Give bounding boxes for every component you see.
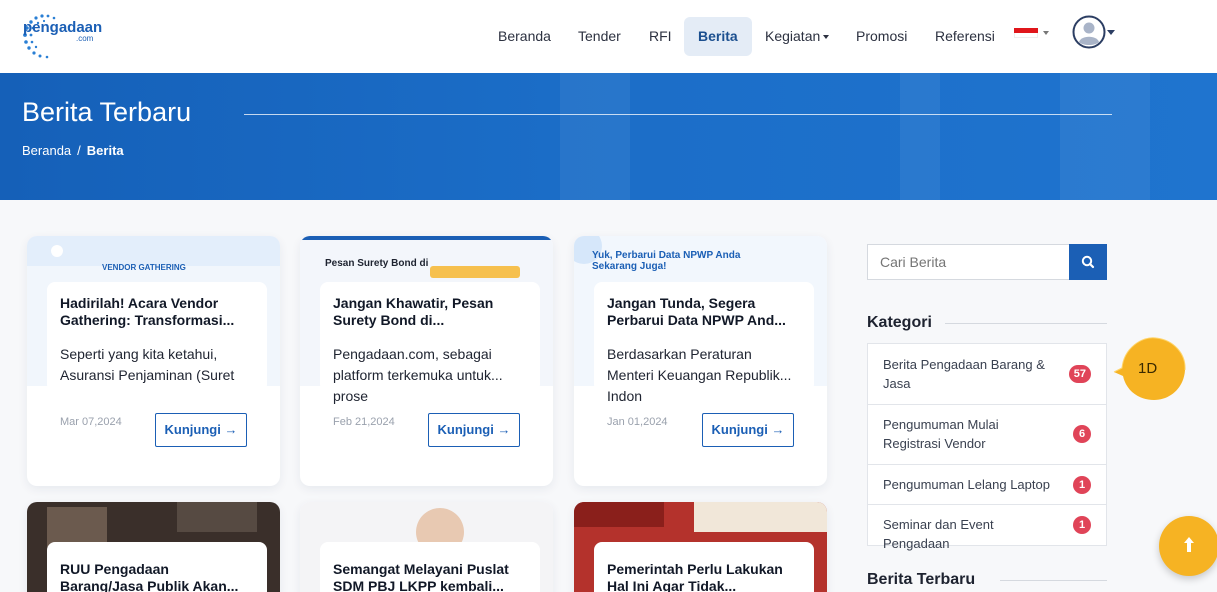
hero-decoration: [560, 73, 630, 200]
category-label: Pengumuman Mulai Registrasi Vendor: [883, 417, 999, 451]
search-button[interactable]: [1069, 244, 1107, 280]
news-card: Yuk, Perbarui Data NPWP Anda Sekarang Ju…: [574, 236, 827, 486]
indonesia-flag-icon[interactable]: [1014, 28, 1038, 38]
search-icon: [1081, 255, 1095, 269]
news-card: Pesan Surety Bond di Jangan Khawatir, Pe…: [300, 236, 553, 486]
nav-kegiatan-label: Kegiatan: [765, 28, 821, 44]
callout-label: 1D: [1138, 360, 1158, 377]
categories-title: Kategori: [867, 314, 932, 331]
count-badge: 6: [1073, 425, 1091, 443]
category-item[interactable]: Berita Pengadaan Barang & Jasa 57: [868, 344, 1106, 405]
visit-button[interactable]: Kunjungi →: [155, 413, 247, 447]
latest-news-title: Berita Terbaru: [867, 571, 976, 588]
user-avatar-icon[interactable]: [1072, 15, 1106, 49]
visit-button[interactable]: Kunjungi →: [428, 413, 520, 447]
section-divider: [945, 323, 1107, 324]
user-menu-chevron-icon[interactable]: [1107, 30, 1115, 35]
excerpt-line: Berdasarkan Peraturan: [607, 346, 752, 362]
nav-promosi[interactable]: Promosi: [842, 17, 921, 56]
news-title[interactable]: Jangan Khawatir, Pesan Surety Bond di...: [333, 295, 528, 329]
top-navbar: pengadaan .com Beranda Tender RFI Berita…: [0, 0, 1217, 73]
nav-tender[interactable]: Tender: [564, 17, 635, 56]
category-item[interactable]: Seminar dan Event Pengadaan 1: [868, 505, 1106, 551]
language-chevron-icon: [1043, 31, 1049, 35]
excerpt-line: platform terkemuka untuk...: [333, 367, 503, 383]
excerpt-line: Asuransi Penjaminan (Suret: [60, 365, 248, 386]
nav-berita[interactable]: Berita: [684, 17, 752, 56]
category-label: Berita Pengadaan Barang & Jasa: [883, 357, 1045, 391]
excerpt-line: Indon: [607, 388, 643, 404]
chevron-down-icon: [823, 35, 830, 40]
excerpt-line: prose: [333, 388, 369, 404]
hero-decoration: [900, 73, 940, 200]
count-badge: 1: [1073, 516, 1091, 534]
nav-referensi[interactable]: Referensi: [921, 17, 1009, 56]
excerpt-line-text: Asuransi Penjaminan (Suret: [60, 367, 235, 383]
scroll-to-top-button[interactable]: [1159, 516, 1217, 576]
category-label: Pengumuman Lelang Laptop: [883, 477, 1050, 492]
hero-banner: Berita Terbaru Beranda / Berita: [0, 73, 1217, 200]
brand-suffix: .com: [76, 34, 94, 43]
nav-beranda[interactable]: Beranda: [484, 17, 565, 56]
count-badge: 1: [1073, 476, 1091, 494]
category-item[interactable]: Pengumuman Lelang Laptop 1: [868, 465, 1106, 505]
news-card: Pemerintah Perlu Lakukan Hal Ini Agar Ti…: [574, 502, 827, 592]
count-badge: 57: [1068, 365, 1091, 383]
image-caption: Yuk, Perbarui Data NPWP Anda Sekarang Ju…: [592, 250, 741, 272]
news-date: Jan 01,2024: [607, 416, 668, 428]
category-item[interactable]: Pengumuman Mulai Registrasi Vendor 6: [868, 405, 1106, 465]
news-title[interactable]: Jangan Tunda, Segera Perbarui Data NPWP …: [607, 295, 802, 329]
breadcrumb-beranda[interactable]: Beranda: [22, 143, 71, 158]
news-excerpt: Seperti yang kita ketahui, Asuransi Penj…: [60, 344, 248, 386]
category-label: Seminar dan Event Pengadaan: [883, 517, 994, 551]
breadcrumb: Beranda / Berita: [22, 143, 124, 158]
arrow-up-icon: [1184, 537, 1194, 552]
page-title: Berita Terbaru: [22, 97, 192, 127]
hero-decoration: [1060, 73, 1150, 200]
news-date: Feb 21,2024: [333, 416, 395, 428]
excerpt-line: Pengadaan.com, sebagai: [333, 346, 492, 362]
nav-rfi[interactable]: RFI: [635, 17, 686, 56]
nav-kegiatan[interactable]: Kegiatan: [751, 17, 843, 56]
image-caption: VENDOR GATHERING: [102, 263, 186, 272]
news-title[interactable]: Hadirilah! Acara Vendor Gathering: Trans…: [60, 295, 255, 329]
section-divider: [1000, 580, 1107, 581]
breadcrumb-current: Berita: [86, 143, 124, 158]
breadcrumb-separator: /: [77, 143, 81, 158]
news-excerpt: Berdasarkan Peraturan Menteri Keuangan R…: [607, 344, 795, 407]
news-card: RUU Pengadaan Barang/Jasa Publik Akan...: [27, 502, 280, 592]
news-card: Semangat Melayani Puslat SDM PBJ LKPP ke…: [300, 502, 553, 592]
excerpt-line: Menteri Keuangan Republik...: [607, 367, 792, 383]
visit-button[interactable]: Kunjungi →: [702, 413, 794, 447]
news-excerpt: Pengadaan.com, sebagai platform terkemuk…: [333, 344, 521, 407]
news-title[interactable]: RUU Pengadaan Barang/Jasa Publik Akan...: [60, 561, 255, 592]
category-list: Berita Pengadaan Barang & Jasa 57 Pengum…: [867, 343, 1107, 551]
title-divider: [244, 114, 1112, 115]
excerpt-line: Seperti yang kita ketahui,: [60, 346, 218, 362]
news-card: VENDOR GATHERING Hadirilah! Acara Vendor…: [27, 236, 280, 486]
news-date: Mar 07,2024: [60, 416, 122, 428]
news-title[interactable]: Pemerintah Perlu Lakukan Hal Ini Agar Ti…: [607, 561, 802, 592]
news-title[interactable]: Semangat Melayani Puslat SDM PBJ LKPP ke…: [333, 561, 528, 592]
image-caption: Pesan Surety Bond di: [325, 258, 429, 269]
search-input[interactable]: [867, 244, 1070, 280]
